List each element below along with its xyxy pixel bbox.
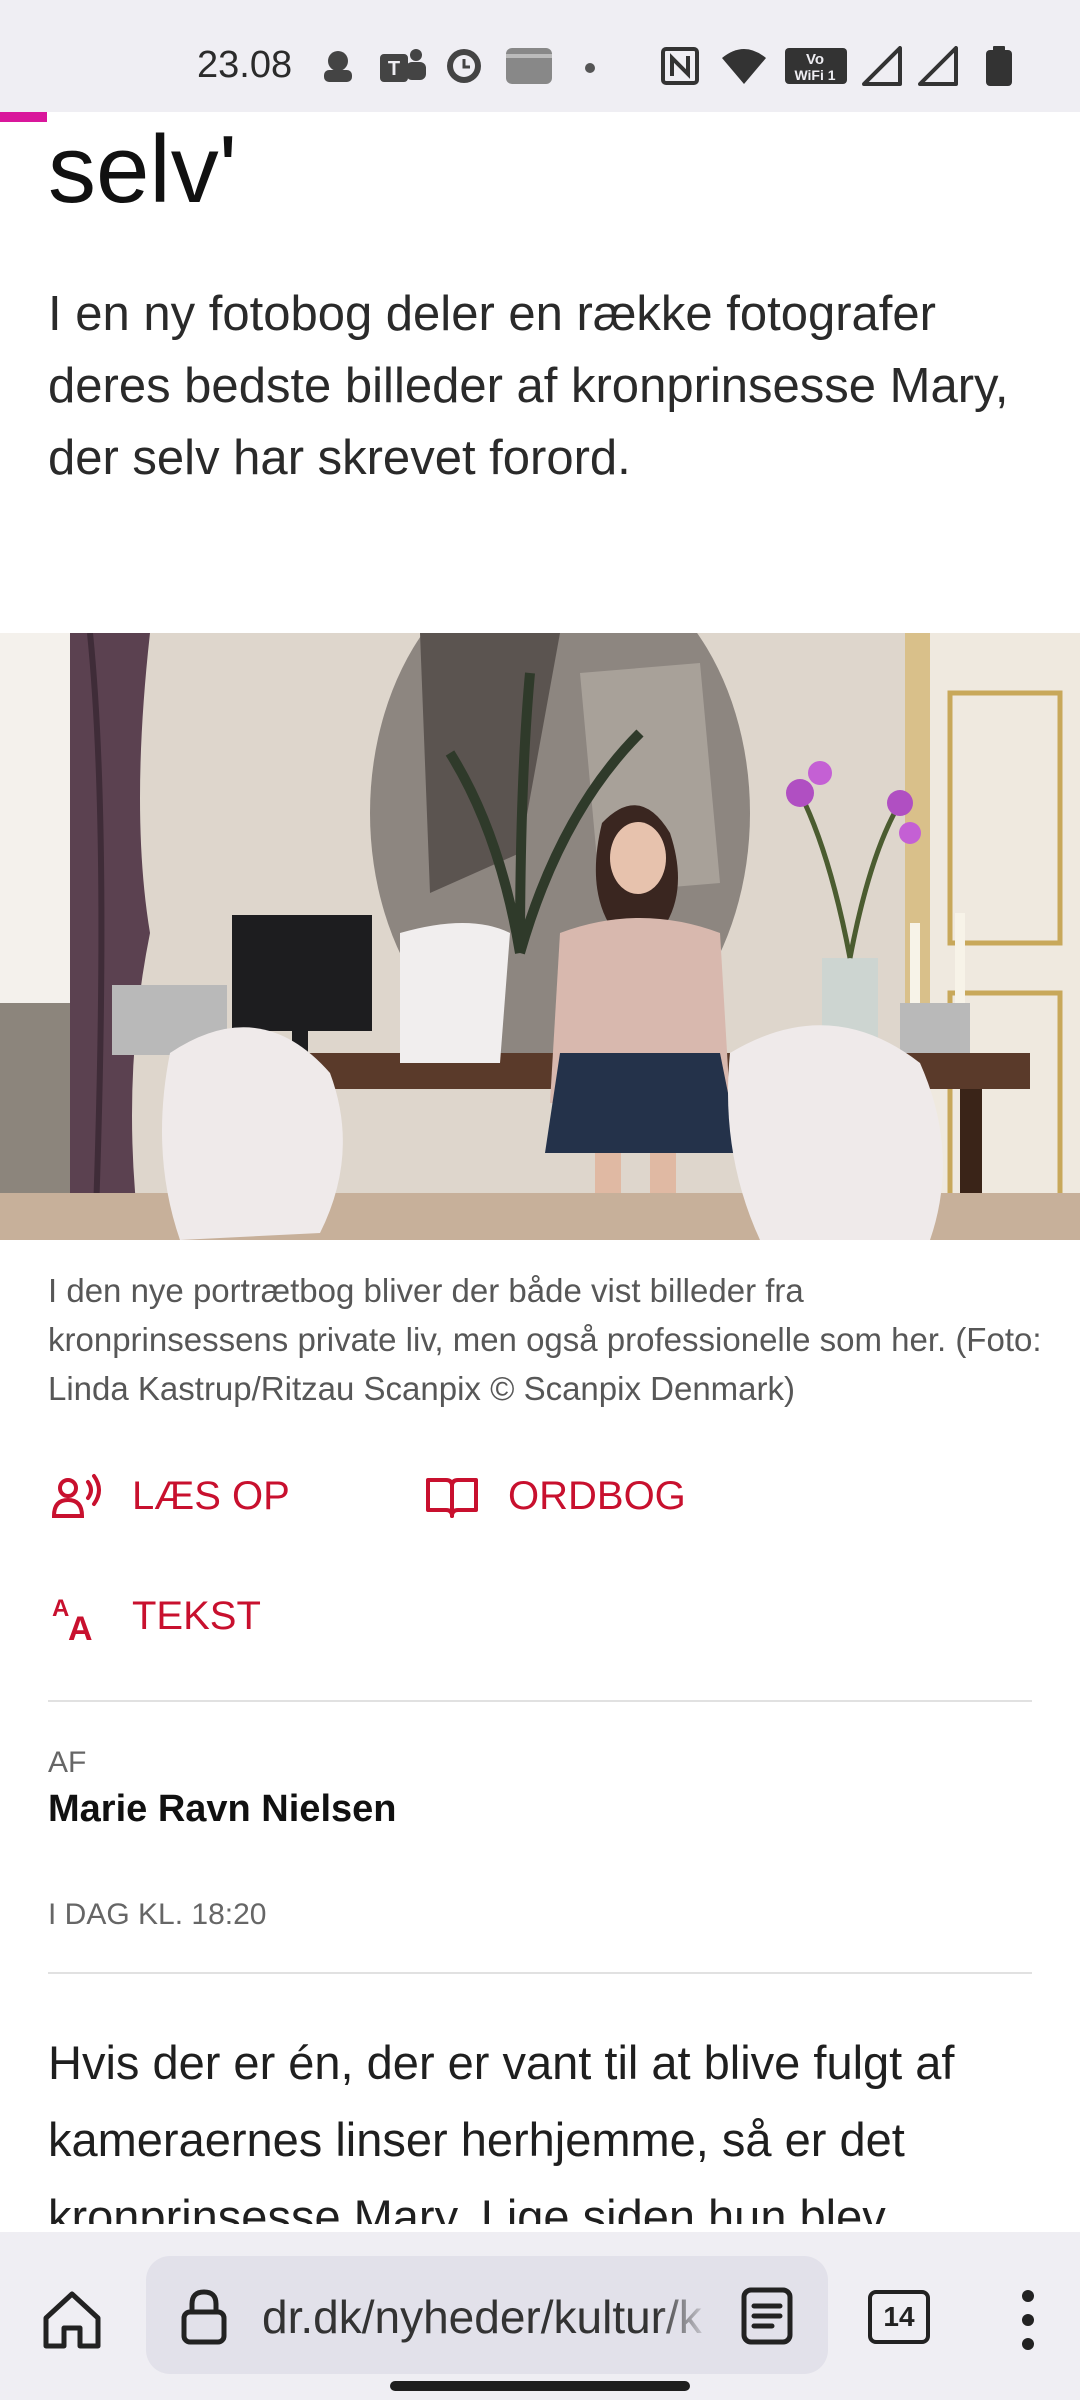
- article-headline: selv': [48, 116, 238, 223]
- article-hero-image[interactable]: [0, 633, 1080, 1240]
- url-fade: [656, 2286, 712, 2350]
- book-icon: [424, 1468, 480, 1524]
- byline-label: AF: [48, 1746, 87, 1779]
- teams-icon: T: [378, 46, 428, 86]
- hero-photo-illustration: [0, 633, 1080, 1240]
- text-size-label: TEKST: [132, 1593, 261, 1638]
- text-size-button[interactable]: AA TEKST: [48, 1588, 261, 1649]
- dictionary-label: ORDBOG: [508, 1473, 686, 1518]
- battery-icon: [984, 46, 1014, 86]
- vowifi-icon: Vo WiFi 1: [785, 46, 849, 86]
- read-aloud-icon: [48, 1468, 104, 1524]
- author-name[interactable]: Marie Ravn Nielsen: [48, 1788, 396, 1831]
- reading-progress-bar: [0, 112, 47, 122]
- gesture-navigation-bar[interactable]: [390, 2381, 690, 2391]
- status-time: 23.08: [197, 44, 293, 86]
- signal-icon: [862, 46, 902, 86]
- text-size-icon: AA: [48, 1588, 104, 1648]
- home-icon[interactable]: [36, 2284, 108, 2356]
- tab-switcher-button[interactable]: 14: [868, 2290, 930, 2344]
- url-text[interactable]: dr.dk/nyheder/kultur/k: [262, 2290, 706, 2350]
- read-aloud-button[interactable]: LÆS OP: [48, 1468, 290, 1524]
- svg-text:A: A: [52, 1595, 69, 1622]
- publish-time: I DAG KL. 18:20: [48, 1898, 267, 1931]
- nfc-icon: [660, 46, 700, 86]
- svg-text:T: T: [388, 58, 400, 80]
- read-aloud-label: LÆS OP: [132, 1473, 290, 1518]
- signal-icon-2: [918, 46, 958, 86]
- article-lead: I en ny fotobog deler en række fotografe…: [48, 287, 1009, 485]
- wifi-icon: [720, 46, 768, 86]
- svg-text:A: A: [68, 1610, 93, 1644]
- divider-bottom: [48, 1972, 1032, 1974]
- vowifi-top-text: Vo: [806, 51, 824, 68]
- card-icon: [504, 46, 554, 86]
- clock-app-icon: [444, 46, 484, 86]
- reader-mode-icon[interactable]: [738, 2286, 796, 2346]
- overflow-menu-icon[interactable]: [1010, 2284, 1046, 2356]
- dot-icon: [580, 46, 600, 86]
- vowifi-bottom-text: WiFi 1: [794, 67, 835, 83]
- lock-icon[interactable]: [176, 2286, 232, 2346]
- status-bar: 23.08 T Vo WiFi 1: [0, 0, 1080, 112]
- notification-icon: [318, 46, 358, 86]
- divider-top: [48, 1700, 1032, 1702]
- dictionary-button[interactable]: ORDBOG: [424, 1468, 686, 1524]
- image-caption: I den nye portrætbog bliver der både vis…: [48, 1272, 1042, 1407]
- article-body: Hvis der er én, der er vant til at blive…: [48, 2036, 955, 2224]
- page: 23.08 T Vo WiFi 1 selv' I en ny fotobog …: [0, 0, 1080, 2400]
